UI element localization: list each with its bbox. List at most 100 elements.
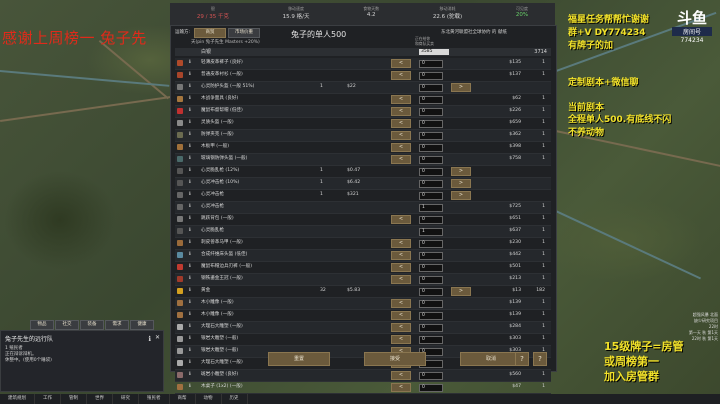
- quantity-input[interactable]: 0: [419, 264, 443, 272]
- info-icon[interactable]: ℹ: [189, 70, 195, 80]
- tab-trade[interactable]: 商贸: [194, 28, 227, 38]
- quantity-input[interactable]: 0: [419, 132, 443, 140]
- info-icon[interactable]: ℹ: [189, 106, 195, 116]
- menu-4[interactable]: 研究: [113, 394, 139, 404]
- quantity-input[interactable]: 0: [419, 336, 443, 344]
- sell-button[interactable]: <: [391, 119, 411, 128]
- quantity-input[interactable]: 0: [419, 168, 443, 176]
- menu-3[interactable]: 世界: [87, 394, 113, 404]
- info-icon[interactable]: ℹ: [189, 202, 195, 212]
- inspect-tab[interactable]: 社交: [55, 320, 79, 330]
- sell-button[interactable]: <: [391, 107, 411, 116]
- sell-button[interactable]: <: [391, 155, 411, 164]
- menu-2[interactable]: 管制: [61, 394, 87, 404]
- quantity-input[interactable]: 0: [419, 96, 443, 104]
- sell-button[interactable]: <: [391, 143, 411, 152]
- info-icon[interactable]: ℹ: [189, 118, 195, 128]
- sell-button[interactable]: <: [391, 383, 411, 392]
- info-icon[interactable]: ℹ: [189, 166, 195, 176]
- quantity-input[interactable]: 0: [419, 240, 443, 248]
- silver-input[interactable]: 3585: [419, 49, 449, 55]
- menu-7[interactable]: 动物: [196, 394, 222, 404]
- quantity-input[interactable]: 0: [419, 60, 443, 68]
- inspect-tab[interactable]: 健康: [130, 320, 154, 330]
- quantity-input[interactable]: 0: [419, 300, 443, 308]
- tab-market-value[interactable]: 市场价重: [228, 28, 261, 38]
- info-icon[interactable]: ℹ: [189, 310, 195, 320]
- quantity-input[interactable]: 0: [419, 216, 443, 224]
- sell-button[interactable]: <: [391, 371, 411, 380]
- buy-button[interactable]: >: [451, 179, 471, 188]
- menu-8[interactable]: 历史: [222, 394, 248, 404]
- quantity-input[interactable]: 0: [419, 384, 443, 392]
- menu-0[interactable]: 建筑规划: [0, 394, 35, 404]
- quantity-input[interactable]: 0: [419, 372, 443, 380]
- close-icon[interactable]: ✕: [155, 334, 160, 341]
- info-icon[interactable]: ℹ: [189, 94, 195, 104]
- info-icon[interactable]: ℹ: [189, 238, 195, 248]
- sell-button[interactable]: <: [391, 263, 411, 272]
- sell-button[interactable]: <: [391, 335, 411, 344]
- info-icon[interactable]: ℹ: [148, 335, 151, 343]
- quantity-input[interactable]: 0: [419, 120, 443, 128]
- quantity-input[interactable]: 0: [419, 192, 443, 200]
- reset-button[interactable]: 重置: [268, 352, 330, 366]
- quantity-input[interactable]: 0: [419, 108, 443, 116]
- sell-button[interactable]: <: [391, 71, 411, 80]
- info-icon[interactable]: ℹ: [189, 178, 195, 188]
- quantity-input[interactable]: 0: [419, 324, 443, 332]
- quantity-input[interactable]: 0: [419, 156, 443, 164]
- info-icon[interactable]: ℹ: [189, 346, 195, 356]
- sell-button[interactable]: <: [391, 59, 411, 68]
- info-icon[interactable]: ℹ: [189, 262, 195, 272]
- info-icon[interactable]: ℹ: [189, 130, 195, 140]
- quantity-input[interactable]: 0: [419, 72, 443, 80]
- quantity-input[interactable]: 0: [419, 84, 443, 92]
- sell-button[interactable]: <: [391, 95, 411, 104]
- menu-5[interactable]: 殖民者: [139, 394, 170, 404]
- accept-button[interactable]: 接受: [364, 352, 426, 366]
- help-button[interactable]: ?: [533, 352, 547, 366]
- sell-button[interactable]: <: [391, 239, 411, 248]
- info-icon[interactable]: ℹ: [189, 250, 195, 260]
- info-icon[interactable]: ℹ: [189, 154, 195, 164]
- info-icon[interactable]: ℹ: [189, 286, 195, 296]
- info-icon[interactable]: ℹ: [189, 82, 195, 92]
- info-icon[interactable]: ℹ: [189, 214, 195, 224]
- sell-button[interactable]: <: [391, 311, 411, 320]
- sell-button[interactable]: <: [391, 323, 411, 332]
- inspect-tab[interactable]: 需求: [105, 320, 129, 330]
- info-icon[interactable]: ℹ: [189, 382, 195, 392]
- sell-button[interactable]: <: [391, 251, 411, 260]
- info-icon[interactable]: ℹ: [189, 322, 195, 332]
- info-icon[interactable]: ℹ: [189, 58, 195, 68]
- sell-button[interactable]: <: [391, 131, 411, 140]
- menu-1[interactable]: 工作: [35, 394, 61, 404]
- info-icon[interactable]: ℹ: [189, 334, 195, 344]
- quantity-input[interactable]: 0: [419, 312, 443, 320]
- info-icon[interactable]: ℹ: [189, 298, 195, 308]
- quantity-input[interactable]: 1: [419, 228, 443, 236]
- cancel-button[interactable]: 取消: [460, 352, 522, 366]
- buy-button[interactable]: >: [451, 83, 471, 92]
- sell-button[interactable]: <: [391, 275, 411, 284]
- quantity-input[interactable]: 0: [419, 276, 443, 284]
- info-icon[interactable]: ℹ: [189, 142, 195, 152]
- quantity-input[interactable]: 0: [419, 252, 443, 260]
- info-icon[interactable]: ℹ: [189, 274, 195, 284]
- buy-button[interactable]: >: [451, 191, 471, 200]
- inspect-tab[interactable]: 物品: [30, 320, 54, 330]
- quantity-input[interactable]: 0: [419, 144, 443, 152]
- inspect-tab[interactable]: 装备: [80, 320, 104, 330]
- quantity-input[interactable]: 0: [419, 180, 443, 188]
- info-icon[interactable]: ℹ: [189, 226, 195, 236]
- buy-button[interactable]: >: [451, 167, 471, 176]
- pawn-icon-button[interactable]: ?: [515, 352, 529, 366]
- sell-button[interactable]: <: [391, 299, 411, 308]
- info-icon[interactable]: ℹ: [189, 370, 195, 380]
- info-icon[interactable]: ℹ: [189, 358, 195, 368]
- info-icon[interactable]: ℹ: [189, 190, 195, 200]
- quantity-input[interactable]: 1: [419, 204, 443, 212]
- quantity-input[interactable]: 0: [419, 288, 443, 296]
- menu-6[interactable]: 商帮: [170, 394, 196, 404]
